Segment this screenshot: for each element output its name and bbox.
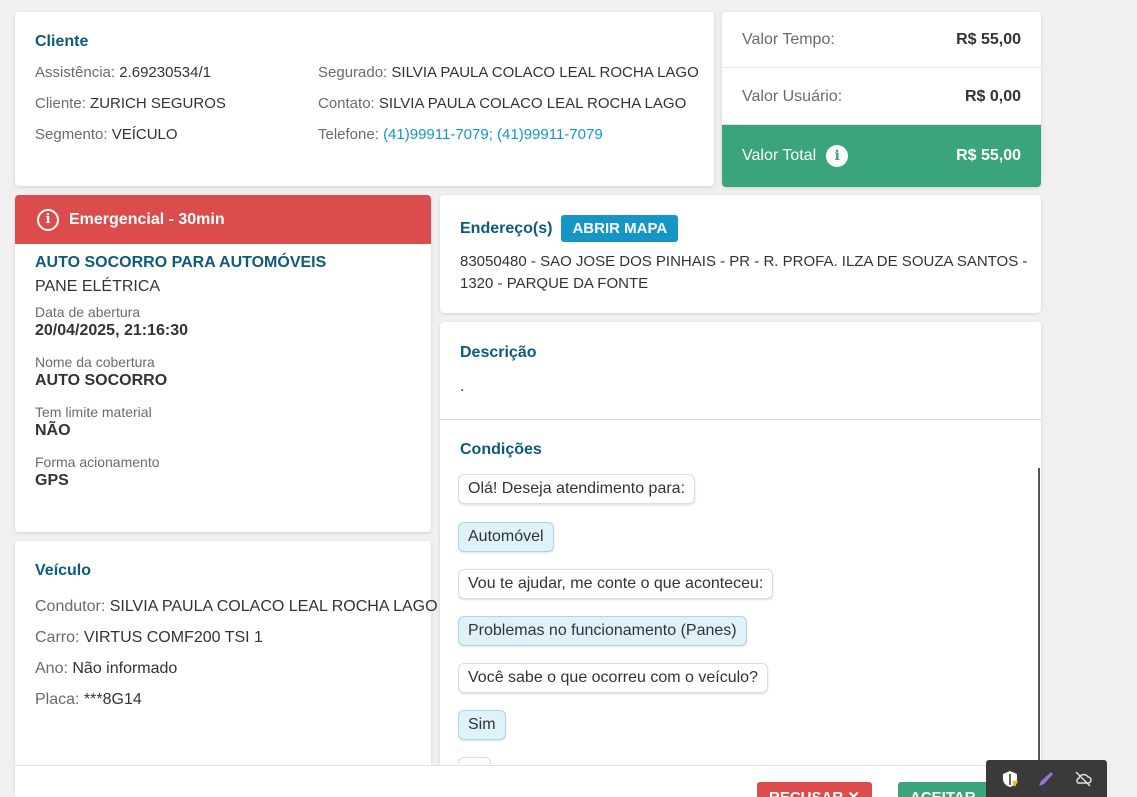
- valor-tempo-row: Valor Tempo: R$ 55,00: [722, 12, 1041, 68]
- field-label: Carro:: [35, 629, 80, 646]
- divider: [440, 419, 1041, 420]
- field-label: Ano:: [35, 660, 68, 677]
- field-value: 20/04/2025, 21:16:30: [35, 322, 189, 339]
- field-label: Forma acionamento: [35, 454, 160, 470]
- address-header: Endereço(s) ABRIR MAPA: [460, 215, 679, 242]
- field-value: GPS: [35, 472, 69, 489]
- pen-icon[interactable]: [1036, 769, 1056, 789]
- field-value: AUTO SOCORRO: [35, 372, 168, 389]
- action-footer: RECUSAR ✕ ACEITAR: [15, 765, 1041, 797]
- vehicle-placa: Placa: ***8G14: [35, 689, 438, 720]
- valor-total-label: Valor Total: [742, 147, 817, 165]
- client-contato: Contato: SILVIA PAULA COLACO LEAL ROCHA …: [318, 94, 699, 125]
- description-card: Descrição . Condições Olá! Deseja atendi…: [440, 322, 1041, 797]
- valor-tempo-value: R$ 55,00: [956, 30, 1021, 48]
- field-label: Tem limite material: [35, 404, 152, 420]
- conditions-title: Condições: [460, 441, 542, 458]
- address-title: Endereço(s): [460, 219, 553, 237]
- chat-user-message: Problemas no funcionamento (Panes): [458, 616, 747, 646]
- field-label: Condutor:: [35, 598, 106, 615]
- field-label: Data de abertura: [35, 304, 141, 320]
- vehicle-carro: Carro: VIRTUS COMF200 TSI 1: [35, 627, 438, 658]
- vehicle-card: Veículo Condutor: SILVIA PAULA COLACO LE…: [15, 541, 438, 797]
- client-card: Cliente Assistência: 2.69230534/1 Client…: [15, 12, 714, 186]
- field-value: Não informado: [72, 660, 178, 677]
- address-card: Endereço(s) ABRIR MAPA 83050480 - SAO JO…: [440, 195, 1041, 313]
- client-assistencia: Assistência: 2.69230534/1: [35, 63, 226, 94]
- field-value: 2.69230534/1: [119, 64, 211, 81]
- client-title: Cliente: [35, 33, 89, 50]
- phone-link[interactable]: (41)99911-7079; (41)99911-7079: [383, 126, 603, 143]
- field-value: SILVIA PAULA COLACO LEAL ROCHA LAGO: [378, 95, 687, 112]
- system-tray: [986, 760, 1107, 797]
- client-segmento: Segmento: VEÍCULO: [35, 125, 226, 156]
- service-card: i Emergencial - 30min AUTO SOCORRO PARA …: [15, 195, 431, 532]
- field-value: VIRTUS COMF200 TSI 1: [83, 629, 263, 646]
- valor-total-label-wrap: Valor Total i: [742, 145, 849, 167]
- cloud-off-icon[interactable]: [1073, 769, 1093, 789]
- vehicle-ano: Ano: Não informado: [35, 658, 438, 689]
- valor-usuario-label: Valor Usuário:: [742, 87, 843, 105]
- refuse-button[interactable]: RECUSAR ✕: [757, 782, 872, 797]
- info-icon[interactable]: i: [826, 145, 849, 167]
- field-label: Nome da cobertura: [35, 354, 155, 370]
- field-value: ZURICH SEGUROS: [90, 95, 226, 112]
- vehicle-details: Condutor: SILVIA PAULA COLACO LEAL ROCHA…: [35, 596, 438, 720]
- vehicle-title: Veículo: [35, 562, 92, 579]
- service-subtype: PANE ELÉTRICA: [35, 278, 161, 295]
- priority-label: Emergencial - 30min: [69, 210, 225, 228]
- valor-total-value: R$ 55,00: [956, 147, 1021, 164]
- field-label: Assistência:: [35, 64, 116, 81]
- open-map-button[interactable]: ABRIR MAPA: [561, 215, 679, 242]
- field-label: Contato:: [318, 95, 375, 112]
- field-value: VEÍCULO: [111, 126, 178, 143]
- client-right-column: Segurado: SILVIA PAULA COLACO LEAL ROCHA…: [318, 63, 699, 156]
- field-label: Telefone:: [318, 126, 379, 143]
- service-body: AUTO SOCORRO PARA AUTOMÓVEIS PANE ELÉTRI…: [15, 244, 431, 500]
- field-value: ***8G14: [83, 691, 142, 708]
- values-card: Valor Tempo: R$ 55,00 Valor Usuário: R$ …: [722, 12, 1041, 187]
- client-telefone: Telefone: (41)99911-7079; (41)99911-7079: [318, 125, 699, 156]
- chat-bot-message: Olá! Deseja atendimento para:: [458, 474, 696, 504]
- accept-button[interactable]: ACEITAR: [898, 782, 988, 797]
- description-title: Descrição: [460, 344, 537, 361]
- conditions-chat[interactable]: Olá! Deseja atendimento para: Automóvel …: [458, 474, 1040, 764]
- client-left-column: Assistência: 2.69230534/1 Cliente: ZURIC…: [35, 63, 226, 156]
- address-text: 83050480 - SAO JOSE DOS PINHAIS - PR - R…: [460, 253, 1028, 292]
- valor-usuario-row: Valor Usuário: R$ 0,00: [722, 69, 1041, 125]
- vehicle-condutor: Condutor: SILVIA PAULA COLACO LEAL ROCHA…: [35, 596, 438, 627]
- close-icon: ✕: [847, 789, 860, 797]
- chat-scrollbar[interactable]: [1038, 468, 1040, 768]
- service-type: AUTO SOCORRO PARA AUTOMÓVEIS: [35, 254, 327, 271]
- client-segurado: Segurado: SILVIA PAULA COLACO LEAL ROCHA…: [318, 63, 699, 94]
- refuse-label: RECUSAR: [769, 789, 843, 797]
- shield-warning-icon[interactable]: [1000, 769, 1020, 789]
- valor-usuario-value: R$ 0,00: [964, 87, 1021, 105]
- valor-tempo-label: Valor Tempo:: [742, 30, 835, 48]
- chat-bot-message: Você sabe o que ocorreu com o veículo?: [458, 663, 768, 693]
- alert-circle-icon: i: [37, 208, 59, 231]
- valor-total-row: Valor Total i R$ 55,00: [722, 125, 1041, 187]
- chat-bot-message: ...: [458, 757, 492, 764]
- field-label: Segmento:: [35, 126, 108, 143]
- client-cliente: Cliente: ZURICH SEGUROS: [35, 94, 226, 125]
- field-value: SILVIA PAULA COLACO LEAL ROCHA LAGO: [109, 598, 438, 615]
- chat-user-message: Automóvel: [458, 522, 554, 552]
- field-label: Cliente:: [35, 95, 86, 112]
- field-label: Segurado:: [318, 64, 388, 81]
- priority-banner: i Emergencial - 30min: [15, 195, 431, 244]
- chat-user-message: Sim: [458, 710, 506, 740]
- chat-bot-message: Vou te ajudar, me conte o que aconteceu:: [458, 569, 774, 599]
- field-label: Placa:: [35, 691, 80, 708]
- field-value: SILVIA PAULA COLACO LEAL ROCHA LAGO: [391, 64, 699, 81]
- description-text: .: [460, 378, 465, 395]
- field-value: NÃO: [35, 422, 71, 439]
- accept-label: ACEITAR: [910, 788, 976, 797]
